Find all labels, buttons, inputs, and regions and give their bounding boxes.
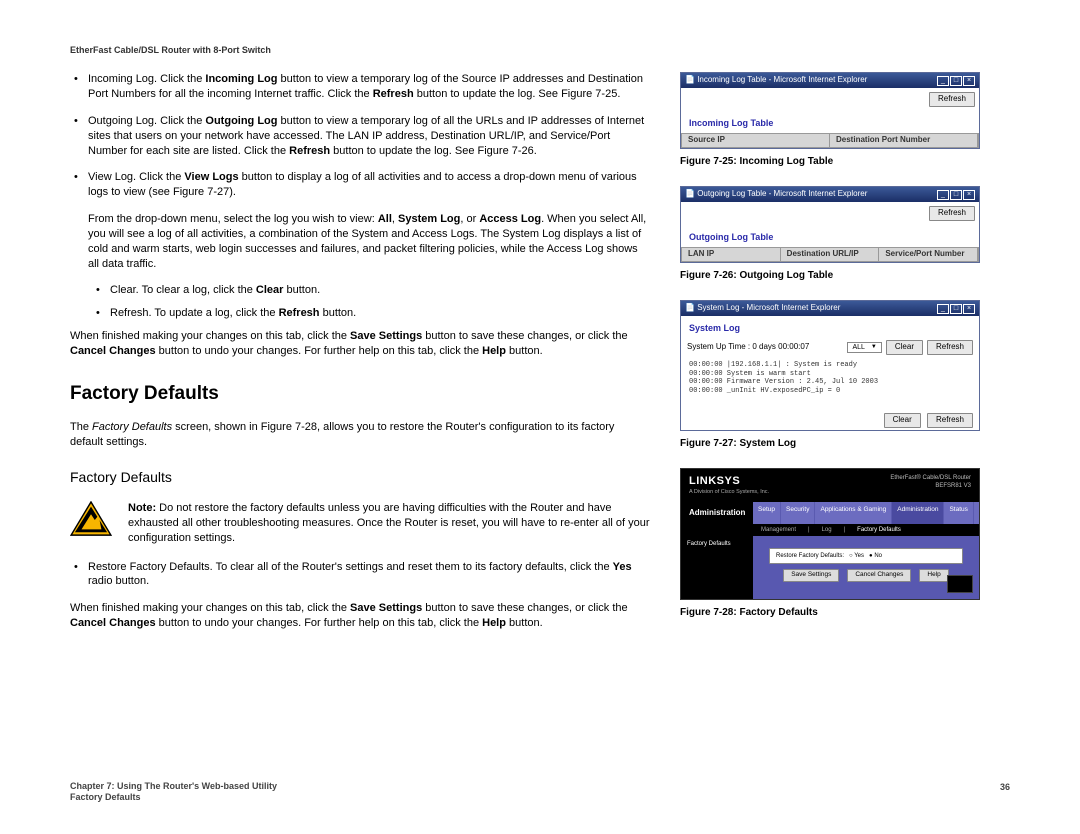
linksys-subtitle: A Division of Cisco Systems, Inc. (689, 489, 769, 496)
outgoing-log-item: Outgoing Log. Click the Outgoing Log but… (88, 114, 650, 159)
refresh-item: Refresh. To update a log, click the Refr… (110, 306, 650, 321)
log-heading: System Log (681, 316, 979, 338)
subtab-bar[interactable]: Management|Log|Factory Defaults (681, 524, 979, 536)
refresh-button[interactable]: Refresh (927, 340, 973, 355)
column-headers: LAN IPDestination URL/IPService/Port Num… (681, 247, 979, 262)
page-footer: Chapter 7: Using The Router's Web-based … (70, 781, 1010, 804)
restore-item: Restore Factory Defaults. To clear all o… (88, 560, 650, 590)
figure-7-27: 📄 System Log - Microsoft Internet Explor… (680, 300, 980, 450)
log-select[interactable]: ALL▼ (847, 342, 881, 353)
clear-item: Clear. To clear a log, click the Clear b… (110, 283, 650, 298)
figure-caption: Figure 7-28: Factory Defaults (680, 606, 980, 620)
figure-caption: Figure 7-27: System Log (680, 437, 980, 451)
figure-7-25: 📄 Incoming Log Table - Microsoft Interne… (680, 72, 980, 168)
window-title: 📄 System Log - Microsoft Internet Explor… (685, 303, 840, 314)
dropdown-paragraph: From the drop-down menu, select the log … (88, 212, 650, 271)
log-content: 00:00:00 |192.168.1.1| : System is ready… (681, 357, 979, 411)
nav-label: Factory Defaults (681, 536, 753, 599)
view-log-item: View Log. Click the View Logs button to … (88, 170, 650, 200)
warning-icon (70, 501, 112, 537)
window-controls[interactable]: _□× (937, 76, 975, 86)
note-block: Note: Do not restore the factory default… (70, 501, 650, 546)
incoming-log-item: Incoming Log. Click the Incoming Log but… (88, 72, 650, 102)
clear-button[interactable]: Clear (886, 340, 923, 355)
clear-button[interactable]: Clear (884, 413, 921, 428)
save-paragraph-2: When finished making your changes on thi… (70, 601, 650, 631)
document-title: EtherFast Cable/DSL Router with 8-Port S… (70, 44, 1010, 56)
figure-caption: Figure 7-25: Incoming Log Table (680, 155, 980, 169)
no-radio[interactable]: No (874, 553, 882, 559)
help-button[interactable]: Help (919, 569, 948, 582)
figures-column: 📄 Incoming Log Table - Microsoft Interne… (680, 72, 980, 643)
log-heading: Outgoing Log Table (681, 225, 979, 247)
figure-caption: Figure 7-26: Outgoing Log Table (680, 269, 980, 283)
window-title: 📄 Outgoing Log Table - Microsoft Interne… (685, 189, 867, 200)
refresh-button[interactable]: Refresh (929, 206, 975, 221)
section-heading: Factory Defaults (70, 381, 650, 407)
window-controls[interactable]: _□× (937, 190, 975, 200)
cancel-changes-button[interactable]: Cancel Changes (847, 569, 911, 582)
linksys-logo: LINKSYS (689, 474, 769, 489)
window-controls[interactable]: _□× (937, 304, 975, 314)
yes-radio[interactable]: Yes (854, 553, 864, 559)
save-settings-button[interactable]: Save Settings (783, 569, 839, 582)
cisco-logo (947, 575, 973, 593)
subsection-heading: Factory Defaults (70, 468, 650, 487)
refresh-button[interactable]: Refresh (929, 92, 975, 107)
model-version: BEFSR81 V3 (890, 482, 971, 490)
restore-option-row: Restore Factory Defaults: ○ Yes ● No (769, 548, 963, 564)
admin-label: Administration (681, 502, 753, 525)
column-headers: Source IPDestination Port Number (681, 133, 979, 148)
uptime-text: System Up Time : 0 days 00:00:07 (687, 342, 809, 353)
page-number: 36 (1000, 781, 1010, 804)
note-text: Note: Do not restore the factory default… (128, 501, 650, 546)
factory-defaults-intro: The Factory Defaults screen, shown in Fi… (70, 420, 650, 450)
figure-7-26: 📄 Outgoing Log Table - Microsoft Interne… (680, 186, 980, 282)
main-text-column: Incoming Log. Click the Incoming Log but… (70, 72, 650, 643)
refresh-button[interactable]: Refresh (927, 413, 973, 428)
save-paragraph-1: When finished making your changes on thi… (70, 329, 650, 359)
window-title: 📄 Incoming Log Table - Microsoft Interne… (685, 75, 867, 86)
log-heading: Incoming Log Table (681, 111, 979, 133)
figure-7-28: LINKSYS A Division of Cisco Systems, Inc… (680, 468, 980, 620)
model-name: EtherFast® Cable/DSL Router (890, 474, 971, 482)
tab-bar[interactable]: SetupSecurityApplications & GamingAdmini… (753, 502, 979, 525)
